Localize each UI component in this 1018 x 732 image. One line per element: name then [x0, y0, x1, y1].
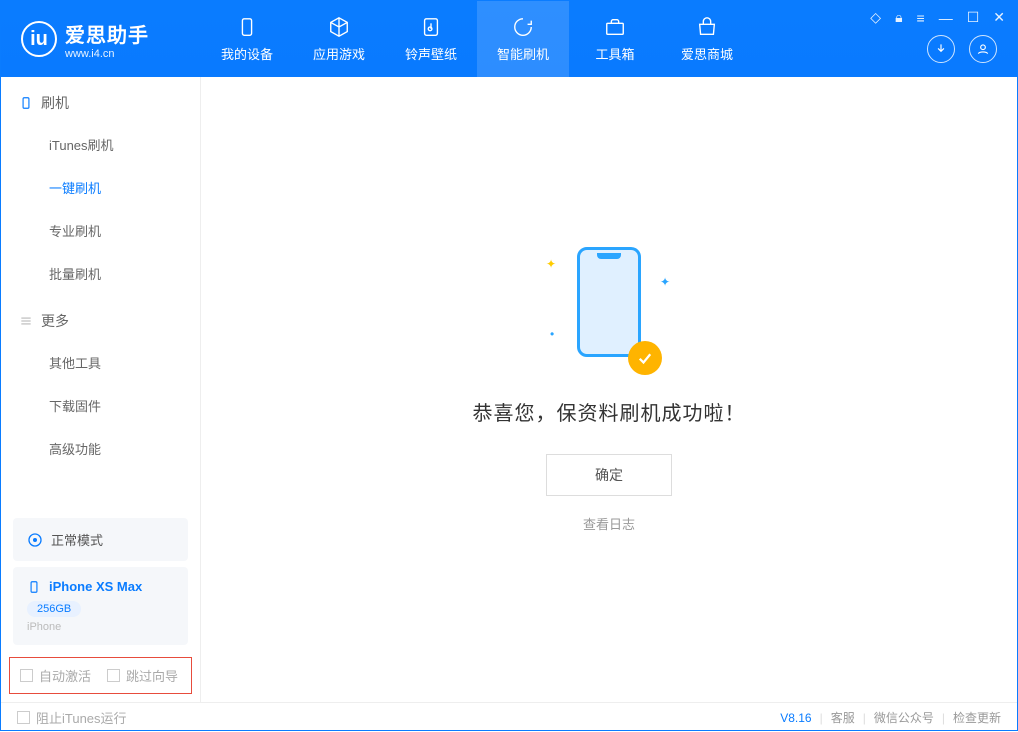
- view-log-link[interactable]: 查看日志: [583, 514, 635, 533]
- checkbox-icon: [20, 669, 33, 682]
- sidebar: 刷机 iTunes刷机 一键刷机 专业刷机 批量刷机 更多 其他工具 下载固件 …: [1, 77, 201, 702]
- tab-label: 铃声壁纸: [405, 44, 457, 63]
- menu-icon[interactable]: ≡: [917, 10, 925, 26]
- success-message: 恭喜您，保资料刷机成功啦！: [473, 397, 746, 426]
- music-file-icon: [420, 16, 442, 38]
- maximize-button[interactable]: ☐: [967, 9, 980, 26]
- checkbox-label: 自动激活: [39, 666, 91, 685]
- sparkle-icon: •: [550, 327, 554, 341]
- device-mode-box[interactable]: 正常模式: [13, 518, 188, 561]
- minimize-button[interactable]: —: [939, 10, 953, 26]
- shirt-icon[interactable]: ◇: [870, 9, 881, 26]
- footer-link-wechat[interactable]: 微信公众号: [874, 709, 934, 726]
- checkbox-label: 阻止iTunes运行: [36, 708, 127, 727]
- status-bar: 阻止iTunes运行 V8.16 | 客服 | 微信公众号 | 检查更新: [1, 702, 1017, 732]
- tab-label: 应用游戏: [313, 44, 365, 63]
- sidebar-item-onekey-flash[interactable]: 一键刷机: [1, 166, 200, 209]
- checkbox-label: 跳过向导: [126, 666, 178, 685]
- app-header: iu 爱思助手 www.i4.cn 我的设备 应用游戏 铃声壁纸 智能刷机 工具…: [1, 1, 1017, 77]
- tab-apps-games[interactable]: 应用游戏: [293, 1, 385, 77]
- main-content: ✦ ✦ • 恭喜您，保资料刷机成功啦！ 确定 查看日志: [201, 77, 1017, 702]
- highlighted-checkbox-row: 自动激活 跳过向导: [9, 657, 192, 694]
- sidebar-item-itunes-flash[interactable]: iTunes刷机: [1, 123, 200, 166]
- checkbox-skip-guide[interactable]: 跳过向导: [107, 666, 178, 685]
- tab-ringtones-wallpapers[interactable]: 铃声壁纸: [385, 1, 477, 77]
- checkbox-auto-activate[interactable]: 自动激活: [20, 666, 91, 685]
- check-badge-icon: [628, 341, 662, 375]
- list-icon: [19, 314, 33, 328]
- close-button[interactable]: ✕: [993, 9, 1005, 26]
- checkbox-icon: [17, 711, 30, 724]
- tab-label: 工具箱: [595, 44, 634, 63]
- phone-outline-icon: [19, 96, 33, 110]
- tab-label: 我的设备: [221, 44, 273, 63]
- cube-icon: [328, 16, 350, 38]
- tab-toolbox[interactable]: 工具箱: [569, 1, 661, 77]
- header-action-icons: [927, 35, 997, 63]
- device-name: iPhone XS Max: [49, 579, 142, 594]
- version-label: V8.16: [780, 711, 811, 725]
- sparkle-icon: ✦: [660, 275, 670, 289]
- sidebar-item-advanced[interactable]: 高级功能: [1, 427, 200, 470]
- device-storage: 256GB: [27, 601, 81, 617]
- tab-label: 爱思商城: [681, 44, 733, 63]
- user-icon[interactable]: [969, 35, 997, 63]
- window-controls: ◇ 🔒︎ ≡ — ☐ ✕: [870, 9, 1005, 26]
- tab-my-device[interactable]: 我的设备: [201, 1, 293, 77]
- sidebar-item-pro-flash[interactable]: 专业刷机: [1, 209, 200, 252]
- mode-label: 正常模式: [51, 530, 103, 549]
- lock-icon[interactable]: 🔒︎: [895, 9, 902, 26]
- logo-section: iu 爱思助手 www.i4.cn: [1, 19, 201, 60]
- device-type: iPhone: [27, 621, 174, 633]
- store-icon: [696, 16, 718, 38]
- group-title: 更多: [41, 311, 69, 331]
- device-icon: [27, 580, 41, 594]
- sync-icon: [27, 532, 43, 548]
- nav-tabs: 我的设备 应用游戏 铃声壁纸 智能刷机 工具箱 爱思商城: [201, 1, 753, 77]
- download-icon[interactable]: [927, 35, 955, 63]
- ok-button[interactable]: 确定: [546, 454, 672, 496]
- sidebar-group-more: 更多: [1, 295, 200, 341]
- device-info-box[interactable]: iPhone XS Max 256GB iPhone: [13, 567, 188, 645]
- app-title: 爱思助手: [65, 19, 149, 48]
- sparkle-icon: ✦: [546, 257, 556, 271]
- phone-icon: [236, 16, 258, 38]
- footer-link-support[interactable]: 客服: [831, 709, 855, 726]
- app-logo-icon: iu: [21, 21, 57, 57]
- checkbox-block-itunes[interactable]: 阻止iTunes运行: [17, 708, 127, 727]
- success-illustration: ✦ ✦ •: [564, 247, 654, 367]
- checkbox-icon: [107, 669, 120, 682]
- sidebar-item-other-tools[interactable]: 其他工具: [1, 341, 200, 384]
- sidebar-group-flash: 刷机: [1, 77, 200, 123]
- sidebar-item-download-firmware[interactable]: 下载固件: [1, 384, 200, 427]
- group-title: 刷机: [41, 93, 69, 113]
- refresh-shield-icon: [512, 16, 534, 38]
- tab-smart-flash[interactable]: 智能刷机: [477, 1, 569, 77]
- app-url: www.i4.cn: [65, 48, 149, 60]
- tab-store[interactable]: 爱思商城: [661, 1, 753, 77]
- tab-label: 智能刷机: [497, 44, 549, 63]
- toolbox-icon: [604, 16, 626, 38]
- phone-illustration-icon: [577, 247, 641, 357]
- sidebar-item-batch-flash[interactable]: 批量刷机: [1, 252, 200, 295]
- footer-link-update[interactable]: 检查更新: [953, 709, 1001, 726]
